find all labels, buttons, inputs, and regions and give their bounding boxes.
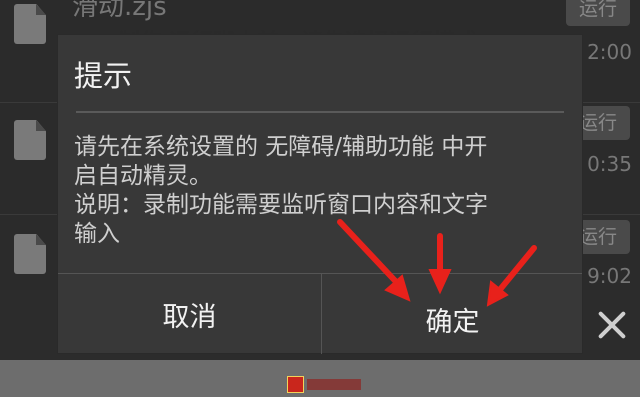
script-time: 2:00 bbox=[587, 40, 632, 64]
file-icon bbox=[14, 4, 46, 44]
file-icon bbox=[14, 234, 46, 274]
alert-dialog: 提示 请先在系统设置的 无障碍/辅助功能 中开 启自动精灵。 说明：录制功能需要… bbox=[57, 34, 583, 354]
dialog-divider bbox=[76, 111, 564, 113]
dialog-message: 请先在系统设置的 无障碍/辅助功能 中开 启自动精灵。 说明：录制功能需要监听窗… bbox=[74, 134, 488, 247]
confirm-button[interactable]: 确定 bbox=[322, 274, 583, 354]
script-time: 0:35 bbox=[587, 152, 632, 176]
run-button[interactable]: 运行 bbox=[566, 0, 630, 26]
close-icon[interactable] bbox=[596, 310, 626, 340]
dialog-title: 提示 bbox=[74, 59, 133, 93]
cancel-button[interactable]: 取消 bbox=[58, 274, 321, 354]
script-title: 滑动.zjs bbox=[72, 0, 167, 22]
watermark-logo bbox=[287, 376, 363, 393]
script-time: 9:02 bbox=[587, 264, 632, 288]
file-icon bbox=[14, 120, 46, 160]
